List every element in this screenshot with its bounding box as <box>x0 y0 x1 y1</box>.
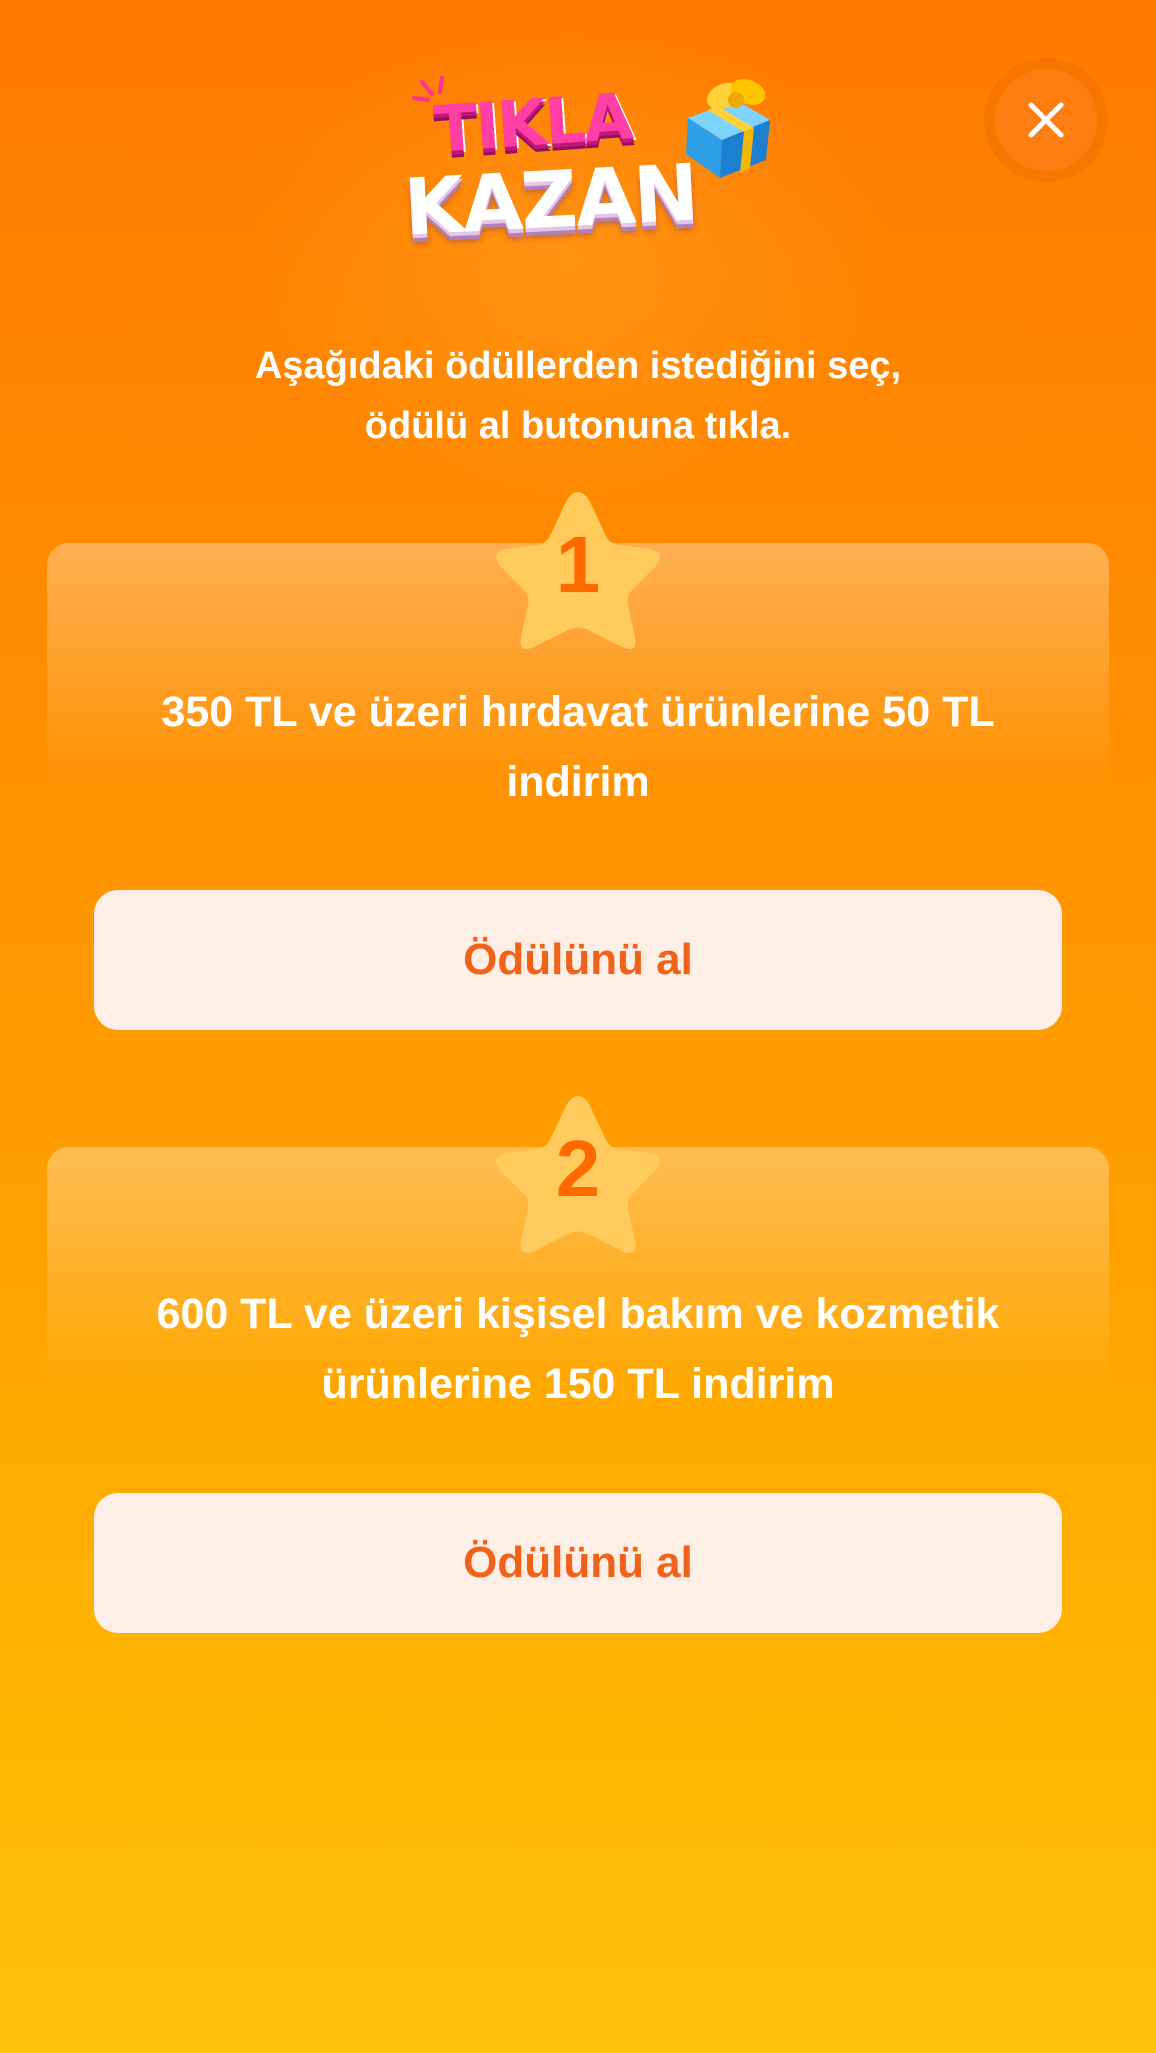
reward-2-number: 2 <box>555 1124 601 1213</box>
close-button[interactable] <box>984 58 1108 182</box>
tikla-kazan-logo: TIKLA KAZAN <box>396 62 786 254</box>
instruction-text: Aşağıdaki ödüllerden istediğini seç, ödü… <box>180 336 976 456</box>
reward-1-number: 1 <box>555 520 601 609</box>
reward-1-description: 350 TL ve üzeri hırdavat ürünlerine 50 T… <box>100 677 1056 817</box>
reward-2-line-2: ürünlerine 150 TL indirim <box>321 1360 835 1408</box>
reward-1-star-badge: 1 <box>486 482 670 658</box>
logo-word-tikla: TIKLA <box>431 80 634 168</box>
close-icon <box>1028 102 1064 138</box>
logo-word-kazan: KAZAN <box>401 148 700 254</box>
reward-2-line-1: 600 TL ve üzeri kişisel bakım ve kozmeti… <box>156 1290 1000 1338</box>
reward-1-line-1: 350 TL ve üzeri hırdavat ürünlerine 50 T… <box>161 688 995 736</box>
instruction-line-2: ödülü al butonuna tıkla. <box>364 405 792 447</box>
close-button-circle <box>995 69 1097 171</box>
gift-box-icon <box>686 79 770 178</box>
reward-2-star-badge: 2 <box>486 1086 670 1262</box>
claim-reward-2-button[interactable]: Ödülünü al <box>94 1493 1062 1633</box>
instruction-line-1: Aşağıdaki ödüllerden istediğini seç, <box>254 345 902 387</box>
claim-reward-1-button[interactable]: Ödülünü al <box>94 890 1062 1030</box>
reward-1-line-2: indirim <box>506 758 650 806</box>
reward-2-description: 600 TL ve üzeri kişisel bakım ve kozmeti… <box>100 1279 1056 1419</box>
